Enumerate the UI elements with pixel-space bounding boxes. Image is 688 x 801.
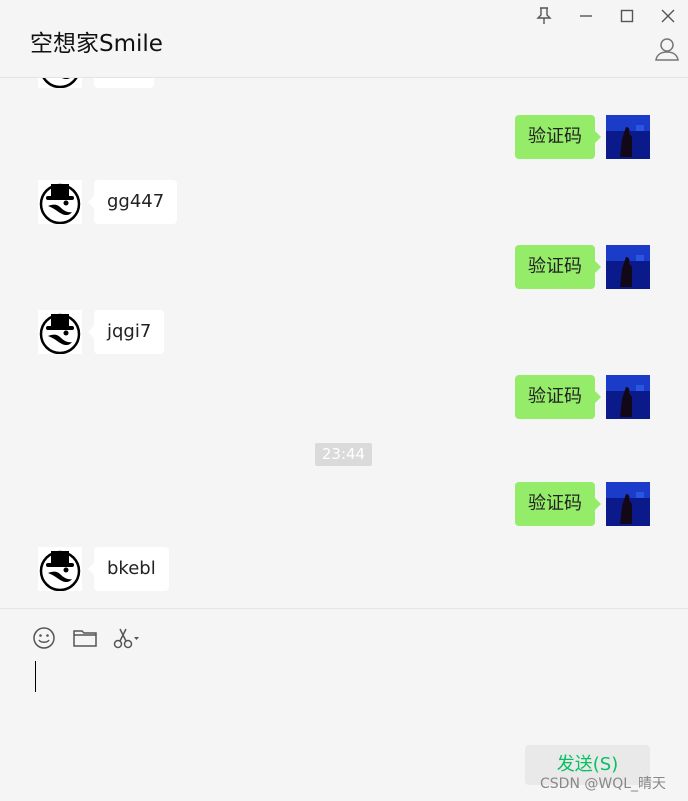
my-avatar[interactable] [606, 375, 650, 419]
photo-avatar-icon [606, 375, 650, 419]
chat-title: 空想家Smile [30, 31, 163, 57]
scissors-icon [113, 628, 139, 649]
photo-avatar-icon [606, 115, 650, 159]
send-file-button[interactable] [72, 625, 98, 651]
maximize-button[interactable] [614, 4, 640, 28]
my-avatar[interactable] [606, 245, 650, 289]
pin-icon [536, 7, 552, 24]
message-bubble[interactable]: 验证码 [515, 375, 601, 419]
message-list[interactable]: mpj 验证码 gg447 验证码 jqgi7 验证码 23:44 验证码 [0, 78, 688, 608]
close-button[interactable] [655, 4, 681, 28]
gentleman-hat-icon [42, 78, 78, 89]
message-bubble[interactable]: gg447 [87, 180, 178, 224]
watermark: CSDN @WQL_晴天 [540, 776, 667, 792]
my-avatar[interactable] [606, 482, 650, 526]
contact-avatar[interactable] [38, 78, 82, 89]
maximize-icon [620, 9, 634, 23]
profile-icon [655, 38, 679, 61]
folder-icon [73, 630, 97, 647]
minimize-icon [580, 15, 592, 17]
emoji-icon [33, 627, 55, 649]
contact-avatar[interactable] [38, 547, 82, 592]
gentleman-hat-icon [39, 550, 81, 592]
message-bubble[interactable]: mpj [94, 78, 154, 88]
message-bubble[interactable]: 验证码 [515, 245, 601, 289]
close-icon [661, 9, 675, 23]
photo-avatar-icon [606, 245, 650, 289]
message-bubble[interactable]: 验证码 [515, 482, 601, 526]
gentleman-hat-icon [39, 313, 81, 355]
title-bar: 空想家Smile [0, 0, 688, 78]
screenshot-button[interactable] [112, 625, 142, 651]
chat-info-button[interactable] [654, 36, 680, 62]
my-avatar[interactable] [606, 115, 650, 159]
minimize-button[interactable] [573, 4, 599, 28]
gentleman-hat-icon [39, 183, 81, 225]
message-bubble[interactable]: bkebl [88, 547, 169, 591]
message-bubble[interactable]: 验证码 [515, 115, 601, 159]
photo-avatar-icon [606, 482, 650, 526]
contact-avatar[interactable] [38, 310, 82, 355]
message-bubble[interactable]: jqgi7 [87, 310, 165, 354]
timestamp: 23:44 [315, 443, 372, 466]
message-input-caret[interactable] [35, 661, 36, 692]
emoji-button[interactable] [31, 625, 57, 651]
pin-button[interactable] [531, 4, 557, 28]
contact-avatar[interactable] [38, 180, 82, 225]
